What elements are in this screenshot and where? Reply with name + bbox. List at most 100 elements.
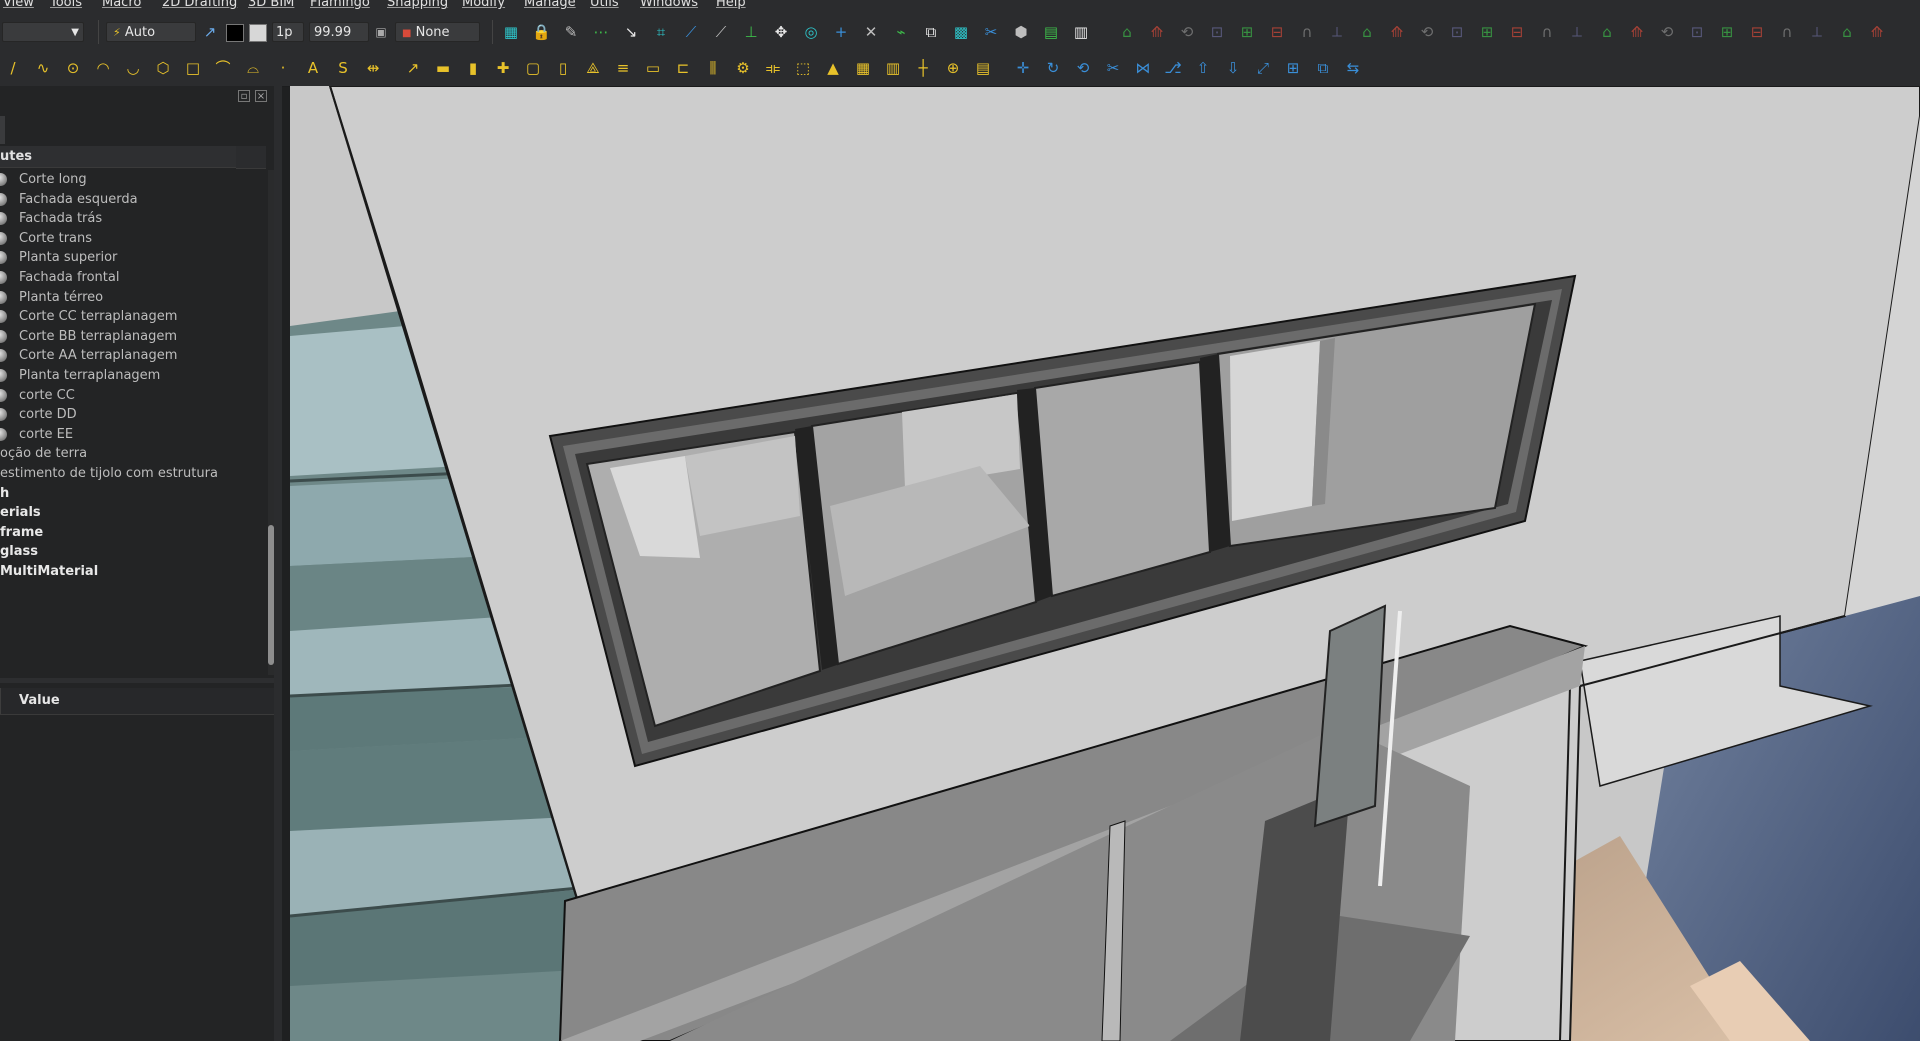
dimension-icon[interactable]: ⇹ xyxy=(364,59,382,77)
arch-tool-icon[interactable]: ⟲ xyxy=(1178,23,1196,41)
snap-ortho-icon[interactable]: ✕ xyxy=(862,23,880,41)
arch-tool-icon[interactable]: ∩ xyxy=(1298,23,1316,41)
array-icon[interactable]: ⊞ xyxy=(1284,59,1302,77)
tree-scrollbar[interactable] xyxy=(268,170,274,675)
menu-flamingo[interactable]: Flamingo xyxy=(310,0,370,10)
mirror-icon[interactable]: ⇆ xyxy=(1344,59,1362,77)
tree-item[interactable]: erials xyxy=(0,503,268,523)
polygon-icon[interactable]: ⬡ xyxy=(154,59,172,77)
tree-item[interactable]: Planta térreo xyxy=(0,288,268,308)
tree-item[interactable]: Planta superior xyxy=(0,248,268,268)
frame-icon[interactable]: ⊏ xyxy=(674,59,692,77)
snap-lock-icon[interactable]: 🔒 xyxy=(532,23,551,41)
snap-working-plane-icon[interactable]: ⧉ xyxy=(922,23,940,41)
apply-style-icon[interactable]: ▣ xyxy=(372,23,390,41)
arc-icon[interactable]: ◠ xyxy=(94,59,112,77)
snap-grid-icon[interactable]: ⌁ xyxy=(892,23,910,41)
rebar-icon[interactable]: ✚ xyxy=(494,59,512,77)
menu-manage[interactable]: Manage xyxy=(524,0,576,10)
snap-special-icon[interactable]: ◎ xyxy=(802,23,820,41)
arch-structure-icon[interactable]: ▥ xyxy=(1072,23,1090,41)
3d-viewport[interactable] xyxy=(290,86,1920,1041)
tree-item[interactable]: Corte trans xyxy=(0,229,268,249)
arch-tool-icon[interactable]: ⌂ xyxy=(1598,23,1616,41)
split-icon[interactable]: ⎇ xyxy=(1164,59,1182,77)
wall-icon[interactable]: ▬ xyxy=(434,59,452,77)
menu-snapping[interactable]: Snapping xyxy=(387,0,448,10)
tree-item[interactable]: estimento de tijolo com estrutura xyxy=(0,464,268,484)
text-icon[interactable]: A xyxy=(304,59,322,77)
scale-icon[interactable]: ⤢ xyxy=(1254,59,1272,77)
upgrade-icon[interactable]: ⇧ xyxy=(1194,59,1212,77)
menu-help[interactable]: Help xyxy=(716,0,746,10)
move-icon[interactable]: ✛ xyxy=(1014,59,1032,77)
panel-splitter[interactable] xyxy=(0,678,274,683)
line-width-spinbox[interactable]: 1p xyxy=(272,22,304,42)
arch-tool-icon[interactable]: ⟲ xyxy=(1658,23,1676,41)
tree-column-header[interactable]: utes xyxy=(0,146,236,168)
site-icon[interactable]: ▲ xyxy=(824,59,842,77)
menu-view[interactable]: View xyxy=(3,0,34,10)
menu-windows[interactable]: Windows xyxy=(640,0,698,10)
tab-stub[interactable] xyxy=(0,116,5,144)
close-panel-icon[interactable]: × xyxy=(255,90,267,102)
arch-tool-icon[interactable]: ⊡ xyxy=(1448,23,1466,41)
arch-tool-icon[interactable]: ⊡ xyxy=(1688,23,1706,41)
snap-near-icon[interactable]: + xyxy=(832,23,850,41)
menu-macro[interactable]: Macro xyxy=(102,0,141,10)
tree-item[interactable]: frame xyxy=(0,523,268,543)
offset-icon[interactable]: ⟲ xyxy=(1074,59,1092,77)
arch-tool-icon[interactable]: ⊞ xyxy=(1718,23,1736,41)
rotate-icon[interactable]: ↻ xyxy=(1044,59,1062,77)
shapestring-icon[interactable]: S xyxy=(334,59,352,77)
clone-icon[interactable]: ⧉ xyxy=(1314,59,1332,77)
section-icon[interactable]: ⊕ xyxy=(944,59,962,77)
snap-parallel-icon[interactable]: ✥ xyxy=(772,23,790,41)
floor-icon[interactable]: ▥ xyxy=(884,59,902,77)
grid-toggle-icon[interactable]: ▦ xyxy=(502,23,520,41)
arch-tool-icon[interactable]: ⌂ xyxy=(1838,23,1856,41)
axis-icon[interactable]: ┼ xyxy=(914,59,932,77)
tree-item[interactable]: Fachada esquerda xyxy=(0,190,268,210)
tree-item[interactable]: oção de terra xyxy=(0,444,268,464)
door-icon[interactable]: ▯ xyxy=(554,59,572,77)
tree-item[interactable]: Corte CC terraplanagem xyxy=(0,307,268,327)
menu-utils[interactable]: Utils xyxy=(590,0,619,10)
equipment-icon[interactable]: ⚙ xyxy=(734,59,752,77)
fence-icon[interactable]: ⫼ xyxy=(704,59,722,77)
tree-item[interactable]: corte EE xyxy=(0,425,268,445)
font-size-spinbox[interactable]: 99.99 xyxy=(309,22,369,42)
space-icon[interactable]: ⬚ xyxy=(794,59,812,77)
draft-style-icon[interactable]: ↗ xyxy=(201,23,219,41)
arch-tool-icon[interactable]: ⟰ xyxy=(1388,23,1406,41)
rectangle-icon[interactable]: □ xyxy=(184,59,202,77)
menu-modify[interactable]: Modify xyxy=(462,0,505,10)
snap-center-icon[interactable]: ↘ xyxy=(622,23,640,41)
arch-tool-icon[interactable]: ⊡ xyxy=(1208,23,1226,41)
arch-tool-icon[interactable]: ⊞ xyxy=(1238,23,1256,41)
downgrade-icon[interactable]: ⇩ xyxy=(1224,59,1242,77)
draft-style-dropdown[interactable]: ▼ xyxy=(2,22,84,42)
arch-wall-icon[interactable]: ▤ xyxy=(1042,23,1060,41)
arch-tool-icon[interactable]: ⊟ xyxy=(1508,23,1526,41)
tools-icon[interactable]: ✂ xyxy=(982,23,1000,41)
3d-scene[interactable] xyxy=(290,86,1920,1041)
arch-tool-icon[interactable]: ∩ xyxy=(1778,23,1796,41)
tree-item[interactable]: Fachada trás xyxy=(0,209,268,229)
tree-column-header-2[interactable] xyxy=(236,146,266,169)
tree-item[interactable]: Corte AA terraplanagem xyxy=(0,346,268,366)
arch-tool-icon[interactable]: ⟂ xyxy=(1808,23,1826,41)
tree-item[interactable]: Fachada frontal xyxy=(0,268,268,288)
menu-tools[interactable]: Tools xyxy=(50,0,82,10)
tree-item[interactable]: Planta terraplanagem xyxy=(0,366,268,386)
arch-tool-icon[interactable]: ⌂ xyxy=(1118,23,1136,41)
arch-tool-icon[interactable]: ⊞ xyxy=(1478,23,1496,41)
window-icon[interactable]: ▢ xyxy=(524,59,542,77)
structure-icon[interactable]: ▮ xyxy=(464,59,482,77)
tree-item[interactable]: corte CC xyxy=(0,386,268,406)
tree-item[interactable]: Corte long xyxy=(0,170,268,190)
arch-tool-icon[interactable]: ⊟ xyxy=(1748,23,1766,41)
arch-tool-icon[interactable]: ⟰ xyxy=(1628,23,1646,41)
tree-item[interactable]: glass xyxy=(0,542,268,562)
tree-item[interactable]: Corte BB terraplanagem xyxy=(0,327,268,347)
